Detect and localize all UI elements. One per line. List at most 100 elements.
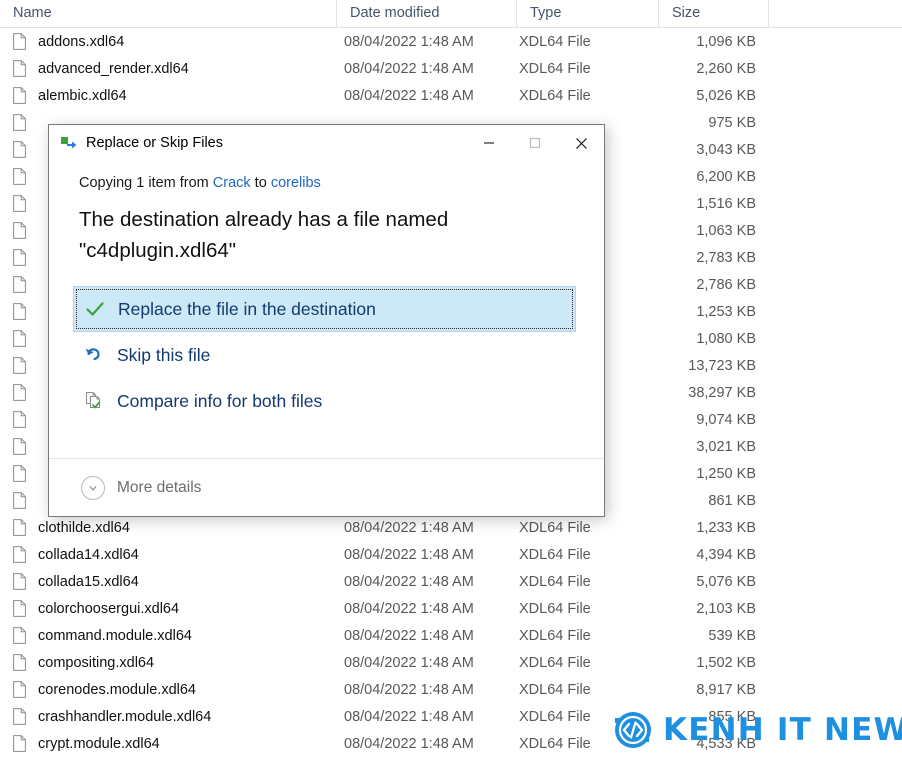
file-icon [13,438,26,455]
type-cell: XDL64 File [519,654,591,671]
date-modified-cell: 08/04/2022 1:48 AM [344,735,474,752]
file-icon [13,600,26,617]
file-icon [13,168,26,185]
file-name-cell: compositing.xdl64 [0,654,336,671]
file-icon [13,33,26,50]
size-cell: 3,043 KB [696,141,756,158]
table-row[interactable]: compositing.xdl64 08/04/2022 1:48 AM XDL64… [0,649,902,676]
size-cell: 5,026 KB [696,87,756,104]
size-cell: 1,253 KB [696,303,756,320]
file-name-label: command.module.xdl64 [38,627,192,644]
date-modified-cell: 08/04/2022 1:48 AM [344,33,474,50]
file-icon [13,735,26,752]
window-controls [466,125,604,161]
file-name-cell: corenodes.module.xdl64 [0,681,336,698]
column-header-size[interactable]: Size [658,0,768,27]
source-folder-link[interactable]: Crack [213,175,251,191]
file-name-label: crypt.module.xdl64 [38,735,160,752]
file-icon [13,222,26,239]
file-icon [13,276,26,293]
table-row[interactable]: crypt.module.xdl64 08/04/2022 1:48 AM XDL6… [0,730,902,757]
file-name-cell: collada14.xdl64 [0,546,336,563]
file-icon [13,114,26,131]
column-header-name[interactable]: Name [0,0,336,27]
close-icon[interactable] [558,125,604,161]
table-row[interactable]: addons.xdl64 08/04/2022 1:48 AM XDL64 File… [0,28,902,55]
more-details-label[interactable]: More details [117,479,201,497]
file-name-label: corenodes.module.xdl64 [38,681,196,698]
file-name-label: addons.xdl64 [38,33,125,50]
table-row[interactable]: collada15.xdl64 08/04/2022 1:48 AM XDL64 F… [0,568,902,595]
file-icon [13,249,26,266]
copy-files-icon [61,135,77,151]
type-cell: XDL64 File [519,33,591,50]
file-name-cell: alembic.xdl64 [0,87,336,104]
size-cell: 5,076 KB [696,573,756,590]
date-modified-cell: 08/04/2022 1:48 AM [344,546,474,563]
compare-files-icon [83,390,105,412]
size-cell: 2,103 KB [696,600,756,617]
file-icon [13,330,26,347]
column-header-row: Name Date modified Type Size [0,0,902,28]
size-cell: 2,260 KB [696,60,756,77]
table-row[interactable]: corenodes.module.xdl64 08/04/2022 1:48 AM… [0,676,902,703]
file-name-label: advanced_render.xdl64 [38,60,189,77]
file-name-cell: clothilde.xdl64 [0,519,336,536]
table-row[interactable]: command.module.xdl64 08/04/2022 1:48 AM XD… [0,622,902,649]
chevron-down-circle-icon[interactable] [81,475,105,500]
file-icon [13,546,26,563]
table-row[interactable]: alembic.xdl64 08/04/2022 1:48 AM XDL64 Fil… [0,82,902,109]
file-icon [13,303,26,320]
file-name-label: alembic.xdl64 [38,87,127,104]
date-modified-cell: 08/04/2022 1:48 AM [344,654,474,671]
column-header-date-modified[interactable]: Date modified [336,0,516,27]
date-modified-cell: 08/04/2022 1:48 AM [344,87,474,104]
size-cell: 8,917 KB [696,681,756,698]
size-cell: 1,096 KB [696,33,756,50]
conflict-options-list: Replace the file in the destination Skip … [49,286,604,424]
conflict-option-2[interactable]: Skip this file [73,332,576,378]
date-modified-cell: 08/04/2022 1:48 AM [344,600,474,617]
file-name-label: collada14.xdl64 [38,546,139,563]
file-name-cell: collada15.xdl64 [0,573,336,590]
column-header-type[interactable]: Type [516,0,658,27]
file-name-label: colorchoosergui.xdl64 [38,600,180,617]
conflict-option-1[interactable]: Replace the file in the destination [73,286,576,332]
size-cell: 6,200 KB [696,168,756,185]
conflict-option-3[interactable]: Compare info for both files [73,378,576,424]
destination-folder-link[interactable]: corelibs [271,175,321,191]
size-cell: 1,502 KB [696,654,756,671]
table-row[interactable]: colorchoosergui.xdl64 08/04/2022 1:48 AM X… [0,595,902,622]
file-name-label: clothilde.xdl64 [38,519,130,536]
maximize-icon[interactable] [512,125,558,161]
column-header-spacer [768,0,808,27]
size-cell: 539 KB [708,627,756,644]
dialog-footer: More details [49,458,604,516]
minimize-icon[interactable] [466,125,512,161]
conflict-option-label: Compare info for both files [117,390,323,411]
table-row[interactable]: advanced_render.xdl64 08/04/2022 1:48 AM X… [0,55,902,82]
file-name-cell: advanced_render.xdl64 [0,60,336,77]
type-cell: XDL64 File [519,87,591,104]
file-icon [13,141,26,158]
size-cell: 855 KB [708,708,756,725]
size-cell: 861 KB [708,492,756,509]
table-row[interactable]: crashhandler.module.xdl64 08/04/2022 1:48… [0,703,902,730]
replace-or-skip-files-dialog: Replace or Skip Files Copying 1 item fro… [48,124,605,517]
skip-undo-arrow-icon [83,344,105,366]
green-check-icon [84,298,106,320]
conflict-option-label: Skip this file [117,344,211,365]
dialog-body: Copying 1 item from Crack to corelibs Th… [49,161,604,458]
type-cell: XDL64 File [519,735,591,752]
file-name-cell: crypt.module.xdl64 [0,735,336,752]
file-name-label: collada15.xdl64 [38,573,139,590]
size-cell: 1,080 KB [696,330,756,347]
dialog-title-bar[interactable]: Replace or Skip Files [49,125,604,161]
date-modified-cell: 08/04/2022 1:48 AM [344,60,474,77]
size-cell: 38,297 KB [688,384,756,401]
table-row[interactable]: clothilde.xdl64 08/04/2022 1:48 AM XDL64 F… [0,514,902,541]
table-row[interactable]: collada14.xdl64 08/04/2022 1:48 AM XDL64 F… [0,541,902,568]
file-icon [13,357,26,374]
copy-middle-text: to [250,175,271,191]
type-cell: XDL64 File [519,519,591,536]
